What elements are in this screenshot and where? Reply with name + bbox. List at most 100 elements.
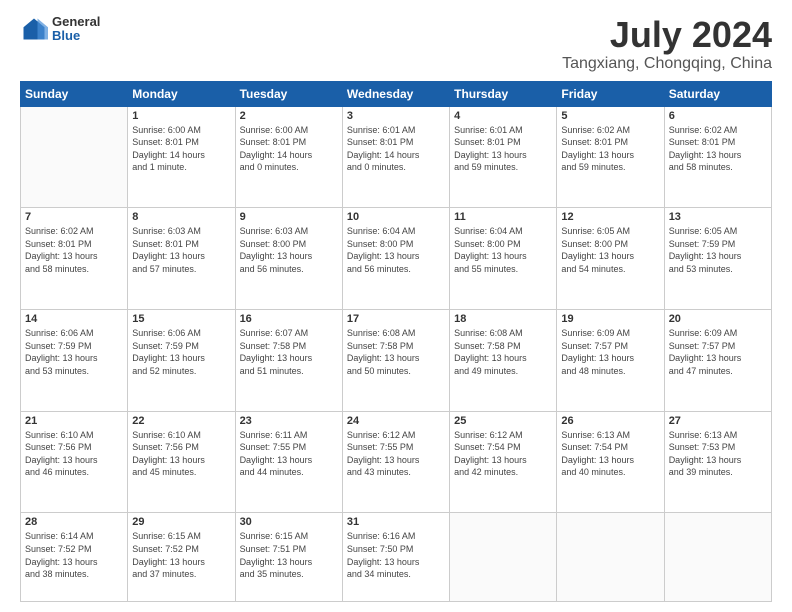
cell-info: Sunrise: 6:11 AM Sunset: 7:55 PM Dayligh… <box>240 429 338 479</box>
cell-date-number: 10 <box>347 211 445 223</box>
cell-date-number: 17 <box>347 313 445 325</box>
cell-date-number: 18 <box>454 313 552 325</box>
calendar-cell: 11 Sunrise: 6:04 AM Sunset: 8:00 PM Dayli… <box>450 208 557 310</box>
cell-info: Sunrise: 6:04 AM Sunset: 8:00 PM Dayligh… <box>454 225 552 275</box>
calendar-cell: 12Sunrise: 6:05 AM Sunset: 8:00 PM Dayli… <box>557 208 664 310</box>
page-header: General Blue July 2024 Tangxiang, Chongq… <box>20 15 772 73</box>
calendar-cell: 31 Sunrise: 6:16 AM Sunset: 7:50 PM Dayli… <box>342 513 449 602</box>
cell-info: Sunrise: 6:08 AM Sunset: 7:58 PM Dayligh… <box>454 327 552 377</box>
cell-date-number: 29 <box>132 516 230 528</box>
cell-info: Sunrise: 6:06 AM Sunset: 7:59 PM Dayligh… <box>25 327 123 377</box>
calendar-cell: 28 Sunrise: 6:14 AM Sunset: 7:52 PM Dayli… <box>21 513 128 602</box>
cell-info: Sunrise: 6:14 AM Sunset: 7:52 PM Dayligh… <box>25 530 123 580</box>
calendar-cell: 6 Sunrise: 6:02 AM Sunset: 8:01 PM Daylig… <box>664 106 771 208</box>
calendar-cell: 4 Sunrise: 6:01 AM Sunset: 8:01 PM Daylig… <box>450 106 557 208</box>
cell-date-number: 6 <box>669 110 767 122</box>
calendar-table: SundayMondayTuesdayWednesdayThursdayFrid… <box>20 81 772 602</box>
calendar-cell: 13 Sunrise: 6:05 AM Sunset: 7:59 PM Dayli… <box>664 208 771 310</box>
calendar-cell: 8Sunrise: 6:03 AM Sunset: 8:01 PM Daylig… <box>128 208 235 310</box>
weekday-saturday: Saturday <box>664 81 771 106</box>
cell-info: Sunrise: 6:00 AM Sunset: 8:01 PM Dayligh… <box>132 124 230 174</box>
cell-date-number: 9 <box>240 211 338 223</box>
cell-date-number: 14 <box>25 313 123 325</box>
cell-date-number: 26 <box>561 415 659 427</box>
cell-info: Sunrise: 6:10 AM Sunset: 7:56 PM Dayligh… <box>25 429 123 479</box>
cell-date-number: 24 <box>347 415 445 427</box>
cell-date-number: 12 <box>561 211 659 223</box>
cell-date-number: 15 <box>132 313 230 325</box>
calendar-week-row: 21 Sunrise: 6:10 AM Sunset: 7:56 PM Dayli… <box>21 411 772 513</box>
cell-date-number: 7 <box>25 211 123 223</box>
cell-info: Sunrise: 6:00 AM Sunset: 8:01 PM Dayligh… <box>240 124 338 174</box>
calendar-cell: 24Sunrise: 6:12 AM Sunset: 7:55 PM Dayli… <box>342 411 449 513</box>
cell-date-number: 23 <box>240 415 338 427</box>
cell-date-number: 1 <box>132 110 230 122</box>
calendar-cell: 27 Sunrise: 6:13 AM Sunset: 7:53 PM Dayli… <box>664 411 771 513</box>
cell-info: Sunrise: 6:09 AM Sunset: 7:57 PM Dayligh… <box>561 327 659 377</box>
calendar-cell: 10 Sunrise: 6:04 AM Sunset: 8:00 PM Dayli… <box>342 208 449 310</box>
cell-date-number: 22 <box>132 415 230 427</box>
calendar-cell <box>664 513 771 602</box>
cell-date-number: 25 <box>454 415 552 427</box>
cell-info: Sunrise: 6:13 AM Sunset: 7:53 PM Dayligh… <box>669 429 767 479</box>
cell-info: Sunrise: 6:02 AM Sunset: 8:01 PM Dayligh… <box>669 124 767 174</box>
calendar-cell: 23 Sunrise: 6:11 AM Sunset: 7:55 PM Dayli… <box>235 411 342 513</box>
calendar-cell: 19 Sunrise: 6:09 AM Sunset: 7:57 PM Dayli… <box>557 310 664 412</box>
cell-info: Sunrise: 6:02 AM Sunset: 8:01 PM Dayligh… <box>561 124 659 174</box>
calendar-cell: 30 Sunrise: 6:15 AM Sunset: 7:51 PM Dayli… <box>235 513 342 602</box>
cell-date-number: 11 <box>454 211 552 223</box>
cell-date-number: 19 <box>561 313 659 325</box>
cell-date-number: 8 <box>132 211 230 223</box>
calendar-week-row: 28 Sunrise: 6:14 AM Sunset: 7:52 PM Dayli… <box>21 513 772 602</box>
weekday-thursday: Thursday <box>450 81 557 106</box>
calendar-title: July 2024 <box>562 15 772 55</box>
weekday-monday: Monday <box>128 81 235 106</box>
cell-info: Sunrise: 6:10 AM Sunset: 7:56 PM Dayligh… <box>132 429 230 479</box>
calendar-cell: 25 Sunrise: 6:12 AM Sunset: 7:54 PM Dayli… <box>450 411 557 513</box>
calendar-cell: 3Sunrise: 6:01 AM Sunset: 8:01 PM Daylig… <box>342 106 449 208</box>
cell-date-number: 20 <box>669 313 767 325</box>
cell-date-number: 4 <box>454 110 552 122</box>
cell-date-number: 28 <box>25 516 123 528</box>
cell-info: Sunrise: 6:01 AM Sunset: 8:01 PM Dayligh… <box>454 124 552 174</box>
cell-info: Sunrise: 6:16 AM Sunset: 7:50 PM Dayligh… <box>347 530 445 580</box>
weekday-friday: Friday <box>557 81 664 106</box>
calendar-cell: 9Sunrise: 6:03 AM Sunset: 8:00 PM Daylig… <box>235 208 342 310</box>
cell-info: Sunrise: 6:05 AM Sunset: 7:59 PM Dayligh… <box>669 225 767 275</box>
calendar-cell <box>21 106 128 208</box>
calendar-week-row: 14 Sunrise: 6:06 AM Sunset: 7:59 PM Dayli… <box>21 310 772 412</box>
logo: General Blue <box>20 15 100 44</box>
cell-info: Sunrise: 6:02 AM Sunset: 8:01 PM Dayligh… <box>25 225 123 275</box>
weekday-tuesday: Tuesday <box>235 81 342 106</box>
cell-date-number: 13 <box>669 211 767 223</box>
calendar-cell: 29 Sunrise: 6:15 AM Sunset: 7:52 PM Dayli… <box>128 513 235 602</box>
cell-date-number: 5 <box>561 110 659 122</box>
cell-date-number: 21 <box>25 415 123 427</box>
calendar-cell: 15Sunrise: 6:06 AM Sunset: 7:59 PM Dayli… <box>128 310 235 412</box>
logo-text: General Blue <box>52 15 100 44</box>
calendar-cell: 26 Sunrise: 6:13 AM Sunset: 7:54 PM Dayli… <box>557 411 664 513</box>
cell-date-number: 16 <box>240 313 338 325</box>
cell-info: Sunrise: 6:04 AM Sunset: 8:00 PM Dayligh… <box>347 225 445 275</box>
cell-info: Sunrise: 6:15 AM Sunset: 7:51 PM Dayligh… <box>240 530 338 580</box>
calendar-cell: 5 Sunrise: 6:02 AM Sunset: 8:01 PM Daylig… <box>557 106 664 208</box>
cell-info: Sunrise: 6:01 AM Sunset: 8:01 PM Dayligh… <box>347 124 445 174</box>
cell-date-number: 27 <box>669 415 767 427</box>
calendar-cell: 14 Sunrise: 6:06 AM Sunset: 7:59 PM Dayli… <box>21 310 128 412</box>
calendar-cell: 21 Sunrise: 6:10 AM Sunset: 7:56 PM Dayli… <box>21 411 128 513</box>
cell-date-number: 2 <box>240 110 338 122</box>
calendar-week-row: 7 Sunrise: 6:02 AM Sunset: 8:01 PM Daylig… <box>21 208 772 310</box>
calendar-cell <box>450 513 557 602</box>
calendar-cell: 7 Sunrise: 6:02 AM Sunset: 8:01 PM Daylig… <box>21 208 128 310</box>
weekday-header-row: SundayMondayTuesdayWednesdayThursdayFrid… <box>21 81 772 106</box>
cell-info: Sunrise: 6:15 AM Sunset: 7:52 PM Dayligh… <box>132 530 230 580</box>
cell-date-number: 30 <box>240 516 338 528</box>
weekday-wednesday: Wednesday <box>342 81 449 106</box>
calendar-cell: 17Sunrise: 6:08 AM Sunset: 7:58 PM Dayli… <box>342 310 449 412</box>
weekday-sunday: Sunday <box>21 81 128 106</box>
cell-info: Sunrise: 6:09 AM Sunset: 7:57 PM Dayligh… <box>669 327 767 377</box>
cell-info: Sunrise: 6:13 AM Sunset: 7:54 PM Dayligh… <box>561 429 659 479</box>
cell-date-number: 31 <box>347 516 445 528</box>
cell-info: Sunrise: 6:12 AM Sunset: 7:54 PM Dayligh… <box>454 429 552 479</box>
calendar-cell: 22 Sunrise: 6:10 AM Sunset: 7:56 PM Dayli… <box>128 411 235 513</box>
